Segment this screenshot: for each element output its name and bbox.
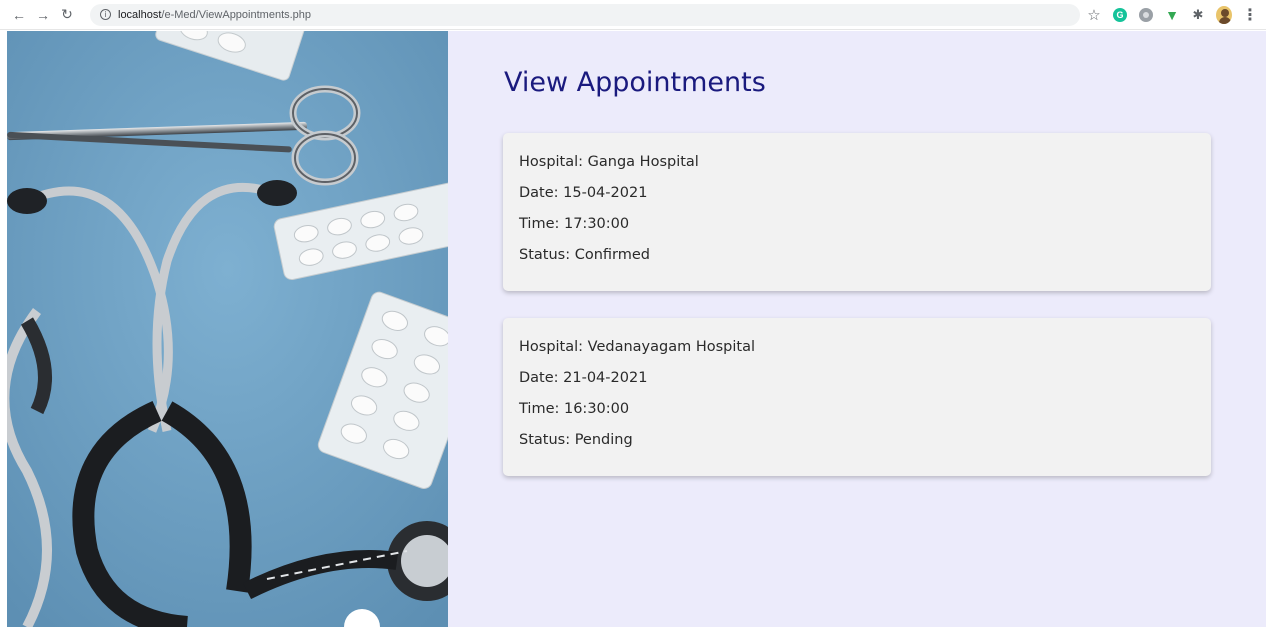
time-text: Time: 16:30:00 xyxy=(519,401,630,417)
medical-photo-illustration xyxy=(7,31,448,627)
shield-icon[interactable]: ▼ xyxy=(1164,7,1180,23)
date-text: Date: 21-04-2021 xyxy=(519,370,648,386)
hospital-text: Hospital: Vedanayagam Hospital xyxy=(519,339,755,355)
status-text: Status: Confirmed xyxy=(519,247,650,263)
appointment-card: Hospital: Ganga Hospital Date: 15-04-202… xyxy=(503,133,1211,291)
url-host: localhost xyxy=(118,8,162,21)
page-title: View Appointments xyxy=(504,67,766,98)
hospital-text: Hospital: Ganga Hospital xyxy=(519,154,699,170)
grammarly-icon[interactable]: G xyxy=(1112,7,1128,23)
extensions-area: ☆ G ▼ ✱ ⋮ xyxy=(1086,4,1258,26)
menu-icon[interactable]: ⋮ xyxy=(1242,7,1258,24)
browser-toolbar: ← → ↻ i localhost /e-Med/ViewAppointment… xyxy=(0,0,1266,30)
status-text: Status: Pending xyxy=(519,432,633,448)
star-icon[interactable]: ☆ xyxy=(1086,7,1102,24)
forward-icon[interactable]: → xyxy=(32,4,54,26)
extension-icon[interactable] xyxy=(1138,7,1154,23)
main-content: View Appointments Hospital: Ganga Hospit… xyxy=(448,31,1266,627)
url-path: /e-Med/ViewAppointments.php xyxy=(161,8,312,21)
time-text: Time: 17:30:00 xyxy=(519,216,630,232)
avatar[interactable] xyxy=(1216,6,1232,24)
info-icon[interactable]: i xyxy=(100,9,111,20)
appointment-card: Hospital: Vedanayagam Hospital Date: 21-… xyxy=(503,318,1211,476)
address-bar[interactable]: i localhost /e-Med/ViewAppointments.php xyxy=(90,3,1080,26)
puzzle-icon[interactable]: ✱ xyxy=(1190,7,1206,23)
back-icon[interactable]: ← xyxy=(8,4,30,26)
reload-icon[interactable]: ↻ xyxy=(56,4,78,26)
date-text: Date: 15-04-2021 xyxy=(519,185,648,201)
hero-image xyxy=(7,31,448,627)
